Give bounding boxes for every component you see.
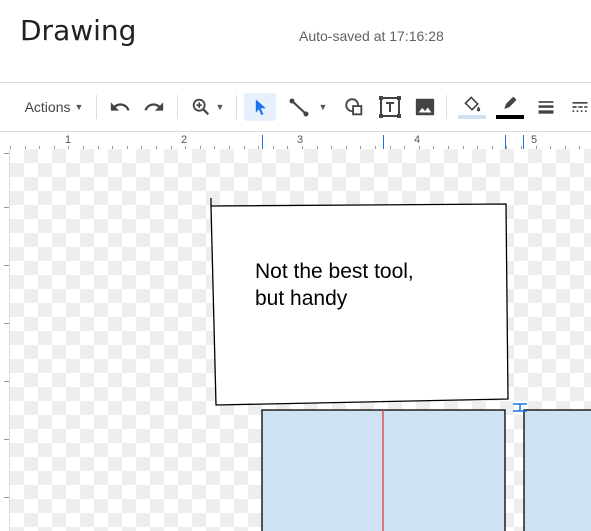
toolbar-divider xyxy=(177,95,178,119)
select-tool-button[interactable] xyxy=(244,93,276,121)
ruler-label: 2 xyxy=(181,134,188,146)
page-title[interactable]: Drawing xyxy=(20,14,136,47)
line-weight-icon xyxy=(538,101,554,114)
ruler-marker xyxy=(523,135,524,149)
autosave-status: Auto-saved at 17:16:28 xyxy=(299,28,444,44)
app-header: Drawing Auto-saved at 17:16:28 xyxy=(0,0,591,83)
ruler-marker xyxy=(262,135,263,149)
image-icon xyxy=(415,98,435,116)
ruler-tick xyxy=(4,265,9,266)
textbox-tool-button[interactable] xyxy=(376,93,404,121)
ruler-tick xyxy=(4,207,9,208)
shape-icon xyxy=(345,98,363,116)
line-weight-button[interactable] xyxy=(532,93,560,121)
toolbar: Actions ▼ ▼ ▼ xyxy=(0,83,591,131)
chevron-down-icon: ▼ xyxy=(74,102,84,112)
undo-icon xyxy=(110,102,130,111)
line-icon xyxy=(289,98,309,117)
ruler-marker xyxy=(383,135,384,149)
actions-menu-button[interactable]: Actions ▼ xyxy=(14,93,94,121)
ruler-label: 4 xyxy=(414,134,421,146)
canvas-shapes xyxy=(210,198,591,531)
chevron-down-icon: ▼ xyxy=(215,102,225,112)
line-tool-button[interactable]: ▼ xyxy=(282,93,332,121)
fill-color-icon xyxy=(464,96,481,112)
ruler-label: 3 xyxy=(297,134,304,146)
redo-button[interactable] xyxy=(140,93,168,121)
line-dash-icon xyxy=(572,102,588,112)
vertical-ruler[interactable] xyxy=(0,149,10,531)
fill-color-swatch xyxy=(458,115,486,119)
ruler-tick xyxy=(4,323,9,324)
line-color-icon xyxy=(504,96,517,109)
ruler-marker xyxy=(505,135,506,149)
fill-color-button[interactable] xyxy=(456,93,488,121)
chevron-down-icon: ▼ xyxy=(318,102,328,112)
textbox-text-line1[interactable]: Not the best tool, xyxy=(255,258,414,285)
blue-rectangle-right xyxy=(523,409,591,531)
horizontal-ruler[interactable]: 1 2 3 4 5 xyxy=(0,131,591,150)
ruler-label: 1 xyxy=(65,134,72,146)
zoom-icon xyxy=(192,98,209,116)
drawing-canvas[interactable]: Not the best tool, but handy xyxy=(10,149,591,531)
textbox-icon xyxy=(379,96,401,118)
ruler-tick xyxy=(4,497,9,498)
line-color-swatch xyxy=(496,115,524,119)
toolbar-divider xyxy=(446,95,447,119)
select-icon xyxy=(255,99,266,116)
image-tool-button[interactable] xyxy=(411,93,439,121)
ruler-tick xyxy=(4,381,9,382)
toolbar-divider xyxy=(236,95,237,119)
redo-icon xyxy=(144,102,164,111)
ruler-tick xyxy=(4,153,9,154)
toolbar-divider xyxy=(96,95,97,119)
zoom-button[interactable]: ▼ xyxy=(185,93,229,121)
line-color-button[interactable] xyxy=(494,93,526,121)
line-dash-button[interactable] xyxy=(566,93,591,121)
undo-button[interactable] xyxy=(106,93,134,121)
actions-label: Actions xyxy=(24,99,71,115)
ruler-label: 5 xyxy=(531,134,538,146)
ruler-tick xyxy=(4,439,9,440)
textbox-text-line2[interactable]: but handy xyxy=(255,285,347,312)
shape-tool-button[interactable] xyxy=(340,93,368,121)
